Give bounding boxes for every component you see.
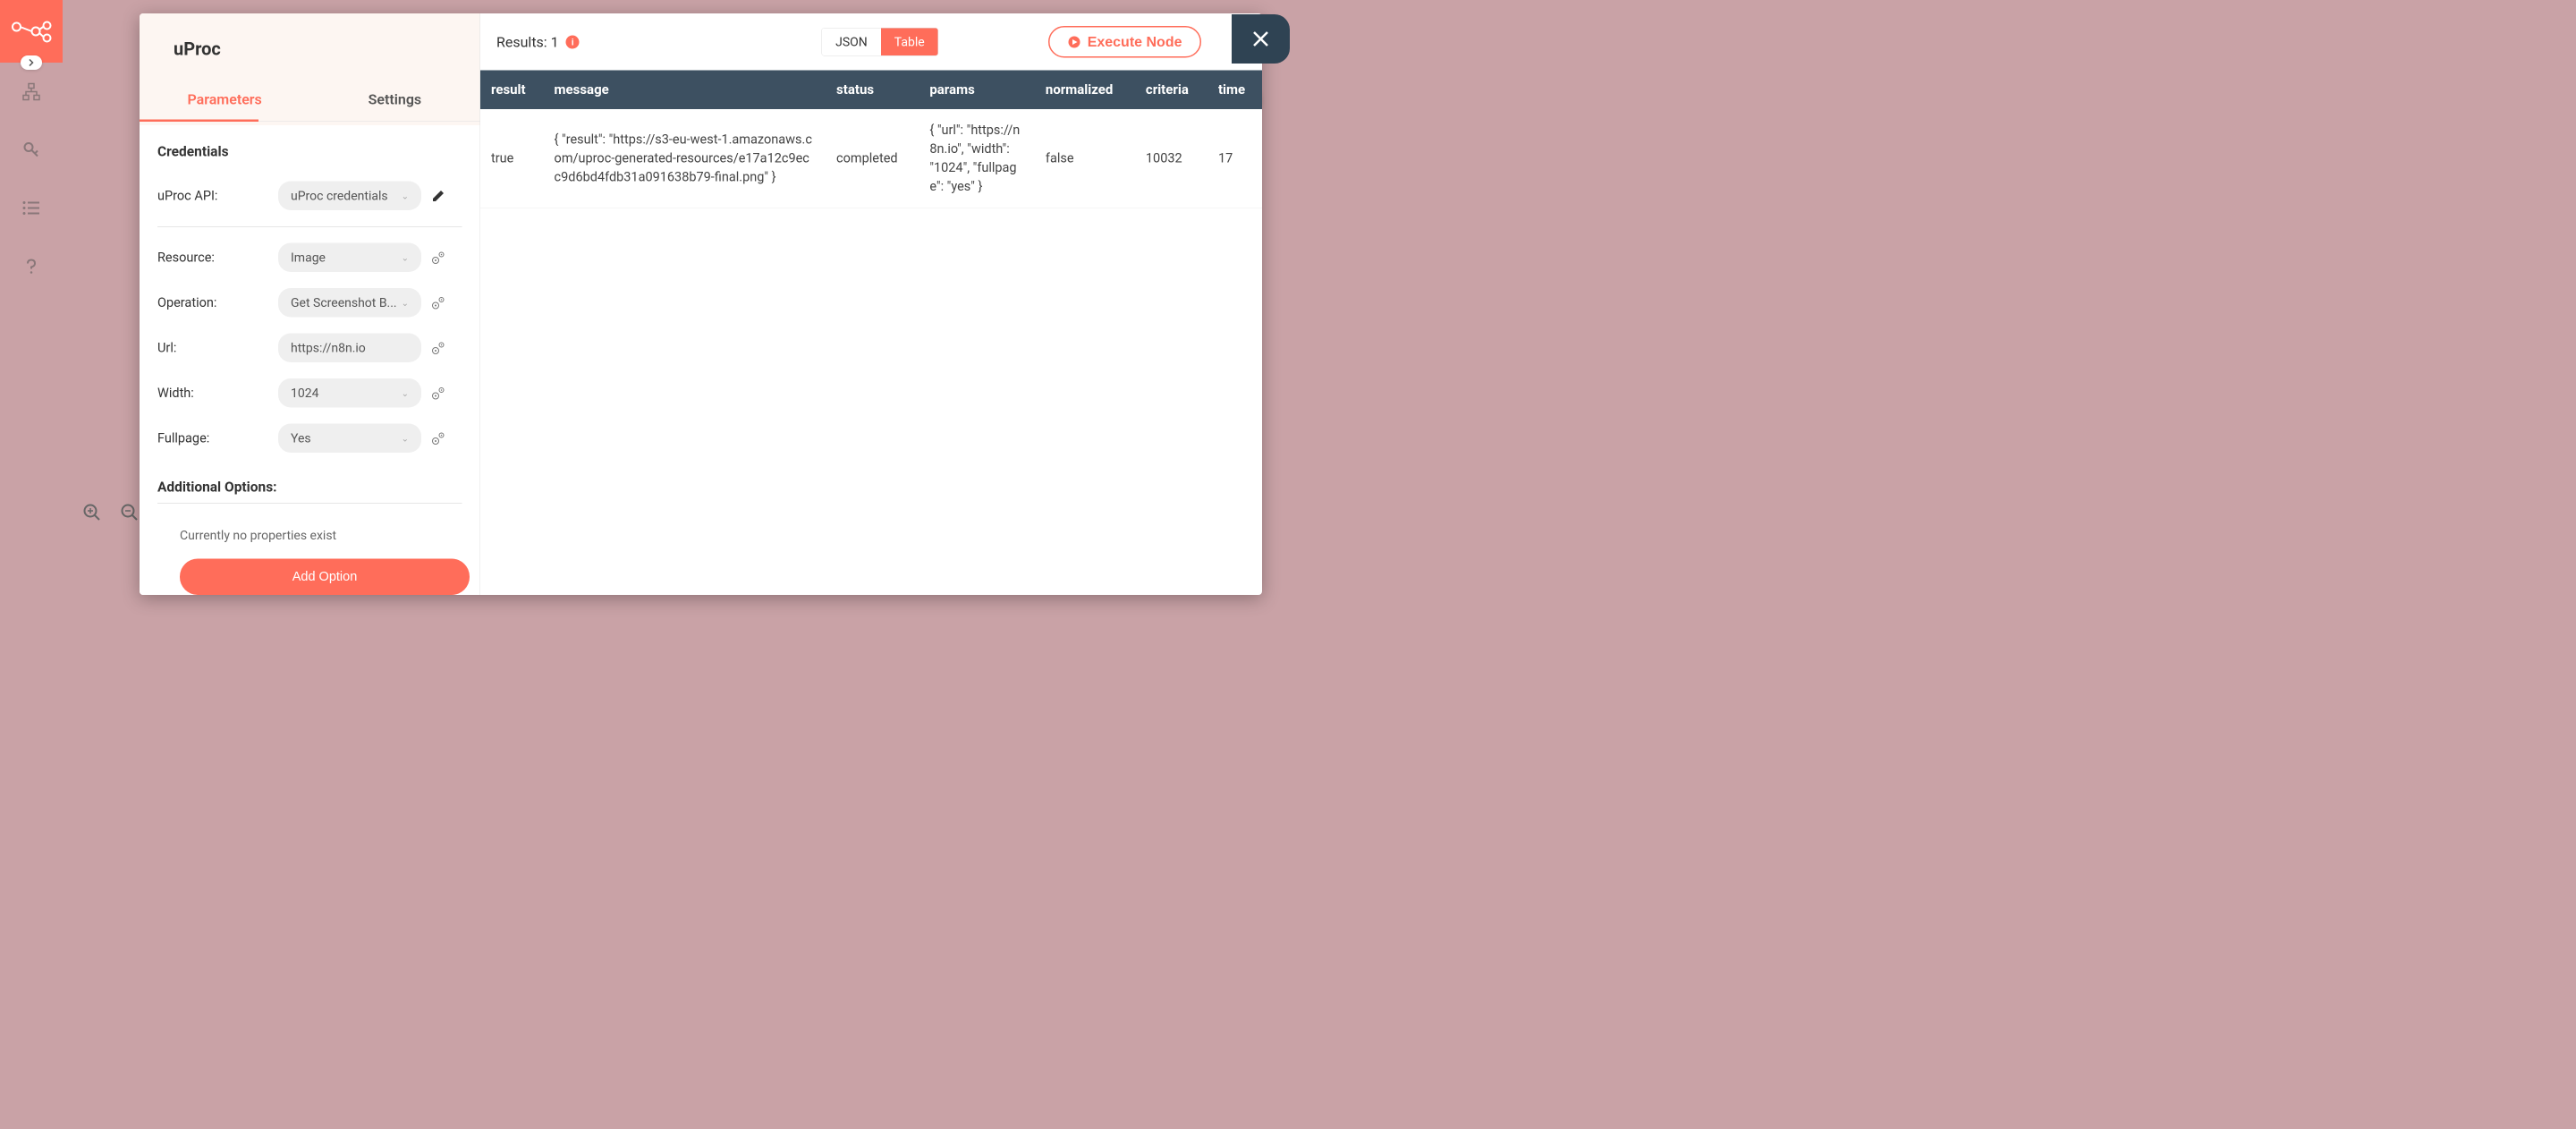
fullpage-select[interactable]: Yes ⌄ xyxy=(278,424,421,454)
cell-params: { "url": "https://n8n.io", "width": "102… xyxy=(919,109,1035,208)
zoom-controls xyxy=(76,497,146,529)
cell-message: { "result": "https://s3-eu-west-1.amazon… xyxy=(544,109,826,208)
width-value: 1024 xyxy=(291,386,318,401)
cell-criteria: 10032 xyxy=(1135,109,1208,208)
col-criteria: criteria xyxy=(1135,71,1208,110)
zoom-in-button[interactable] xyxy=(76,497,108,529)
app-logo xyxy=(0,0,63,63)
no-properties-text: Currently no properties exist xyxy=(157,512,462,559)
add-option-button[interactable]: Add Option xyxy=(180,559,470,596)
field-operation: Operation: Get Screenshot B... ⌄ xyxy=(157,280,462,326)
chevron-down-icon: ⌄ xyxy=(402,252,409,263)
list-icon xyxy=(21,199,41,217)
chevron-right-icon xyxy=(27,58,36,67)
key-icon xyxy=(22,141,40,159)
results-table: result message status params normalized … xyxy=(480,71,1262,208)
resource-select[interactable]: Image ⌄ xyxy=(278,243,421,273)
sidebar-item-help[interactable] xyxy=(0,237,63,295)
fullpage-options-button[interactable] xyxy=(429,429,447,447)
gears-icon xyxy=(430,430,446,446)
operation-options-button[interactable] xyxy=(429,293,447,311)
sidebar-item-hierarchy[interactable] xyxy=(0,63,63,121)
operation-value: Get Screenshot B... xyxy=(291,295,397,310)
uproc-api-select[interactable]: uProc credentials ⌄ xyxy=(278,182,421,211)
cell-time: 17 xyxy=(1208,109,1262,208)
sidebar-item-executions[interactable] xyxy=(0,179,63,237)
play-circle-icon xyxy=(1068,35,1081,48)
tab-parameters[interactable]: Parameters xyxy=(140,78,309,122)
col-status: status xyxy=(826,71,919,110)
operation-select[interactable]: Get Screenshot B... ⌄ xyxy=(278,288,421,318)
gears-icon xyxy=(430,294,446,310)
view-table-button[interactable]: Table xyxy=(881,29,938,56)
url-value: https://n8n.io xyxy=(291,341,366,356)
uproc-api-value: uProc credentials xyxy=(291,189,388,204)
execute-button-label: Execute Node xyxy=(1088,34,1182,51)
operation-label: Operation: xyxy=(157,295,278,310)
cell-result: true xyxy=(480,109,544,208)
chevron-down-icon: ⌄ xyxy=(402,297,409,308)
chevron-down-icon: ⌄ xyxy=(402,191,409,201)
results-header: Results: 1 i JSON Table Execute Node xyxy=(480,13,1262,71)
col-result: result xyxy=(480,71,544,110)
field-url: Url: https://n8n.io xyxy=(157,326,462,371)
node-title: uProc xyxy=(140,13,480,78)
hierarchy-icon xyxy=(21,82,41,102)
field-uproc-api: uProc API: uProc credentials ⌄ xyxy=(157,174,462,219)
close-icon xyxy=(1250,28,1272,50)
execute-node-button[interactable]: Execute Node xyxy=(1048,26,1201,58)
gears-icon xyxy=(430,250,446,266)
zoom-in-icon xyxy=(82,503,102,522)
sidebar-toggle-button[interactable] xyxy=(21,55,42,70)
gears-icon xyxy=(430,385,446,401)
field-resource: Resource: Image ⌄ xyxy=(157,235,462,281)
field-width: Width: 1024 ⌄ xyxy=(157,370,462,416)
sidebar-item-credentials[interactable] xyxy=(0,121,63,179)
question-icon xyxy=(23,259,39,275)
fullpage-label: Fullpage: xyxy=(157,430,278,446)
credentials-section-label: Credentials xyxy=(157,143,462,160)
url-options-button[interactable] xyxy=(429,339,447,357)
uproc-api-label: uProc API: xyxy=(157,188,278,203)
node-editor-modal: uProc Parameters Settings Credentials uP… xyxy=(140,13,1262,595)
info-icon[interactable]: i xyxy=(566,35,580,48)
col-normalized: normalized xyxy=(1035,71,1135,110)
edit-credential-button[interactable] xyxy=(429,187,447,205)
resource-value: Image xyxy=(291,250,326,266)
results-panel: Results: 1 i JSON Table Execute Node res… xyxy=(480,13,1262,595)
fullpage-value: Yes xyxy=(291,431,311,446)
cell-status: completed xyxy=(826,109,919,208)
url-input[interactable]: https://n8n.io xyxy=(278,334,421,363)
tab-settings[interactable]: Settings xyxy=(309,78,479,122)
zoom-out-icon xyxy=(120,503,140,522)
chevron-down-icon: ⌄ xyxy=(402,433,409,444)
table-header-row: result message status params normalized … xyxy=(480,71,1262,110)
cell-normalized: false xyxy=(1035,109,1135,208)
view-toggle: JSON Table xyxy=(822,28,939,56)
width-options-button[interactable] xyxy=(429,384,447,402)
resource-label: Resource: xyxy=(157,250,278,265)
close-modal-button[interactable] xyxy=(1232,14,1290,64)
n8n-logo-icon xyxy=(12,21,52,43)
url-label: Url: xyxy=(157,340,278,355)
panel-tabs: Parameters Settings xyxy=(140,78,480,123)
width-label: Width: xyxy=(157,386,278,401)
results-table-wrap: result message status params normalized … xyxy=(480,71,1262,596)
table-row: true { "result": "https://s3-eu-west-1.a… xyxy=(480,109,1262,208)
chevron-down-icon: ⌄ xyxy=(402,387,409,398)
app-sidebar xyxy=(0,0,63,564)
additional-options-label: Additional Options: xyxy=(157,479,462,496)
view-json-button[interactable]: JSON xyxy=(822,29,881,56)
col-time: time xyxy=(1208,71,1262,110)
gears-icon xyxy=(430,340,446,356)
pencil-icon xyxy=(431,189,445,203)
resource-options-button[interactable] xyxy=(429,249,447,267)
field-fullpage: Fullpage: Yes ⌄ xyxy=(157,416,462,462)
col-params: params xyxy=(919,71,1035,110)
results-count: Results: 1 xyxy=(496,33,559,50)
width-select[interactable]: 1024 ⌄ xyxy=(278,378,421,408)
col-message: message xyxy=(544,71,826,110)
parameters-panel: uProc Parameters Settings Credentials uP… xyxy=(140,13,480,595)
